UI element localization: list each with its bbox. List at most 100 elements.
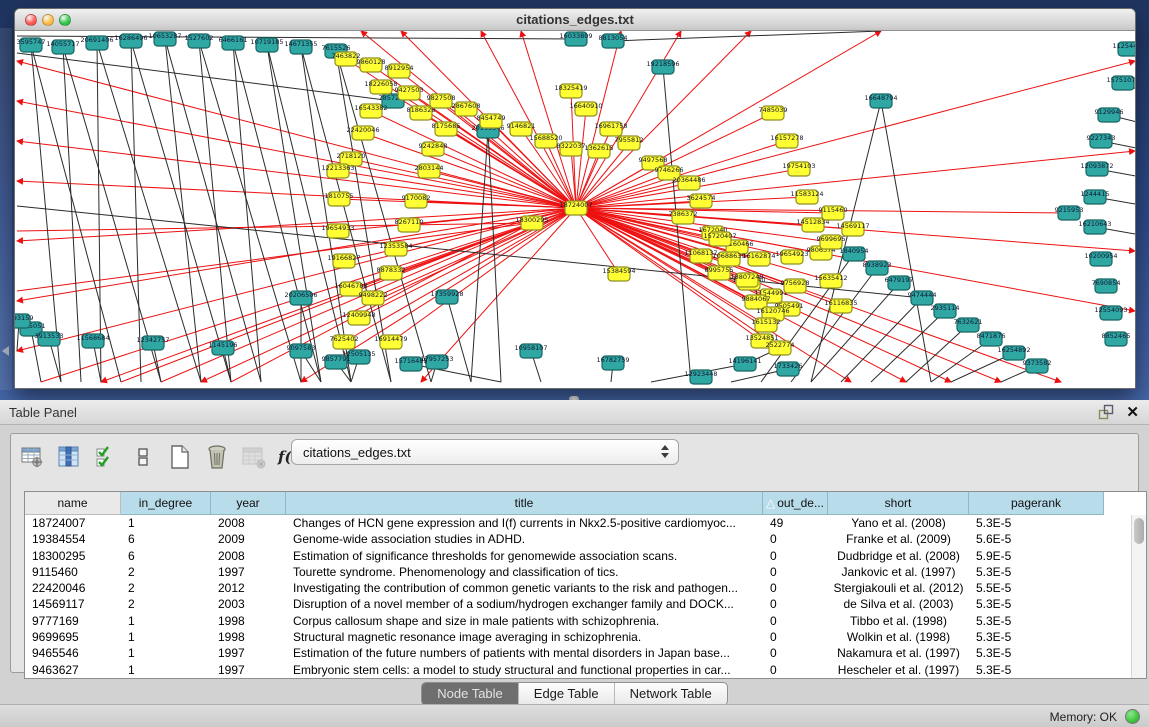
table-row[interactable]: 969969511998Structural magnetic resonanc…: [25, 629, 1146, 645]
table-cell-in_degree: 2: [121, 580, 211, 596]
table-cell-in_degree: 2: [121, 596, 211, 612]
table-cell-pagerank: 5.3E-5: [969, 629, 1104, 645]
graph-node-label: 15720407: [703, 232, 736, 240]
graph-node-label: 15751074: [1106, 76, 1135, 84]
column-header-year[interactable]: year: [211, 492, 286, 515]
network-window[interactable]: citations_edges.txt 35957471405571720691…: [14, 8, 1136, 389]
table-cell-title: Tourette syndrome. Phenomenology and cla…: [286, 564, 763, 580]
column-header-name[interactable]: name: [25, 492, 121, 515]
tab-node-table[interactable]: Node Table: [422, 683, 518, 705]
collapse-left-icon[interactable]: [2, 346, 9, 356]
table-row[interactable]: 911546021997Tourette syndrome. Phenomeno…: [25, 564, 1146, 580]
graph-node-label: 9497568: [639, 156, 668, 164]
table-cell-short: Franke et al. (2009): [828, 531, 969, 547]
table-row[interactable]: 1830029562008Estimation of significance …: [25, 548, 1146, 564]
graph-node-label: 12923448: [684, 370, 717, 378]
table-row[interactable]: 1872400712008Changes of HCN gene express…: [25, 515, 1146, 531]
graph-node-label: 1733426: [774, 362, 803, 370]
status-bar: Memory: OK: [0, 704, 1149, 727]
graph-edge[interactable]: [613, 31, 881, 41]
column-header-in_degree[interactable]: in_degree: [121, 492, 211, 515]
graph-node-label: 16254892: [997, 346, 1030, 354]
graph-edge[interactable]: [521, 31, 576, 208]
column-header-short[interactable]: short: [828, 492, 969, 515]
table-row[interactable]: 946554611997Estimation of the future num…: [25, 645, 1146, 661]
graph-edge[interactable]: [165, 39, 201, 382]
graph-node-label: 10688639: [712, 252, 745, 260]
graph-edge[interactable]: [301, 47, 391, 382]
column-header-title[interactable]: title: [286, 492, 763, 515]
window-titlebar[interactable]: citations_edges.txt: [15, 9, 1135, 31]
table-cell-short: Jankovic et al. (1997): [828, 564, 969, 580]
select-rows-icon[interactable]: [93, 444, 119, 470]
table-row[interactable]: 2242004622012Investigating the contribut…: [25, 580, 1146, 596]
graph-edge[interactable]: [871, 311, 945, 382]
graph-edge[interactable]: [906, 325, 968, 382]
table-row[interactable]: 977716911998Corpus callosum shape and si…: [25, 613, 1146, 629]
graph-node-label: 8175685: [432, 122, 461, 130]
table-cell-name: 9115460: [25, 564, 121, 580]
graph-edge[interactable]: [97, 43, 101, 382]
graph-node-label: 19166827: [327, 254, 360, 262]
graph-edge[interactable]: [199, 41, 231, 382]
graph-node-label: 7386372: [669, 210, 698, 218]
table-row[interactable]: 946362711997Embryonic stem cells: a mode…: [25, 662, 1146, 678]
show-columns-icon[interactable]: [56, 444, 82, 470]
delete-column-icon[interactable]: [204, 444, 230, 470]
graph-node-label: 8267110: [395, 218, 424, 226]
graph-node-label: 3913533: [35, 332, 64, 340]
float-panel-icon[interactable]: [1098, 404, 1114, 420]
tab-edge-table[interactable]: Edge Table: [518, 683, 614, 705]
graph-node-label: 16286496: [114, 34, 147, 42]
graph-edge[interactable]: [881, 101, 931, 382]
close-panel-icon[interactable]: ✕: [1126, 405, 1139, 420]
graph-node-label: 16961758: [594, 122, 627, 130]
citation-network-graph[interactable]: 3595747140557172069140616286496106532871…: [15, 31, 1135, 388]
graph-node-label: 9129946: [1095, 108, 1124, 116]
graph-edge[interactable]: [576, 31, 621, 208]
graph-edge[interactable]: [576, 208, 1001, 382]
graph-node-label: 19218596: [646, 60, 679, 68]
graph-edge[interactable]: [63, 47, 81, 382]
table-cell-name: 9699695: [25, 629, 121, 645]
graph-node-label: 14569117: [836, 222, 869, 230]
table-cell-name: 9777169: [25, 613, 121, 629]
graph-node-label: 8852465: [1102, 332, 1131, 340]
new-column-icon[interactable]: [167, 444, 193, 470]
graph-edge[interactable]: [17, 141, 576, 208]
graph-edge[interactable]: [97, 43, 201, 382]
graph-node-label: 9857791: [322, 355, 351, 363]
table-select-dropdown[interactable]: citations_edges.txt: [291, 439, 679, 465]
graph-edge[interactable]: [199, 41, 301, 382]
graph-node-label: 12353584: [379, 242, 412, 250]
graph-edge[interactable]: [576, 61, 1135, 208]
column-header-out_de[interactable]: △out_de...: [763, 492, 828, 515]
delete-table-icon[interactable]: [241, 444, 267, 470]
table-cell-short: Tibbo et al. (1998): [828, 613, 969, 629]
row-stack-icon[interactable]: [130, 444, 156, 470]
table-cell-pagerank: 5.5E-5: [969, 580, 1104, 596]
table-scrollbar[interactable]: [1131, 515, 1146, 678]
graph-node-label: 1810755: [325, 192, 354, 200]
table-cell-name: 22420046: [25, 580, 121, 596]
graph-edge[interactable]: [576, 31, 681, 208]
table-row[interactable]: 1456911722003Disruption of a novel membe…: [25, 596, 1146, 612]
graph-edge[interactable]: [447, 297, 471, 382]
table-panel-header: Table Panel ✕: [0, 400, 1149, 425]
table-cell-short: Stergiakouli et al. (2012): [828, 580, 969, 596]
graph-edge[interactable]: [17, 223, 532, 231]
graph-edge[interactable]: [63, 47, 161, 382]
column-header-pagerank[interactable]: pagerank: [969, 492, 1104, 515]
table-scrollbar-thumb[interactable]: [1134, 518, 1144, 544]
graph-edge[interactable]: [411, 364, 501, 382]
sidebar-collapse-strip[interactable]: [0, 28, 12, 390]
table-cell-out_de: 0: [763, 564, 828, 580]
graph-edge[interactable]: [576, 31, 751, 208]
graph-node-label: 3624574: [687, 194, 716, 202]
table-mode-icon[interactable]: [19, 444, 45, 470]
table-row[interactable]: 1938455462009Genome-wide association stu…: [25, 531, 1146, 547]
tab-network-table[interactable]: Network Table: [614, 683, 727, 705]
network-canvas[interactable]: 3595747140557172069140616286496106532871…: [15, 31, 1135, 388]
graph-node-label: 8471876: [977, 332, 1006, 340]
graph-edge[interactable]: [267, 45, 321, 382]
